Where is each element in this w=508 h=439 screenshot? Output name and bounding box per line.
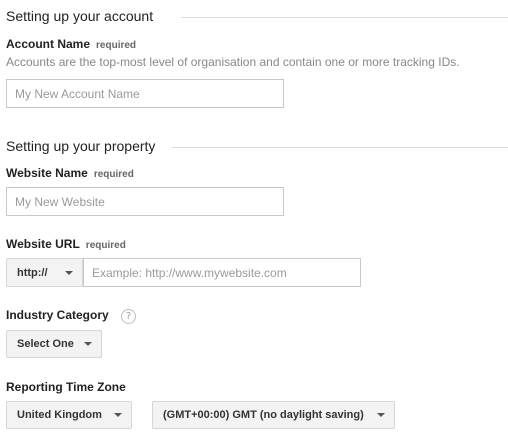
property-section-divider — [172, 147, 508, 148]
website-url-required-badge: required — [85, 240, 126, 251]
time-zone-value: (GMT+00:00) GMT (no daylight saving) — [163, 409, 364, 421]
website-url-label: Website URL required — [6, 237, 126, 251]
account-name-help-text: Accounts are the top-most level of organ… — [6, 55, 460, 69]
account-name-label-text: Account Name — [6, 37, 91, 51]
website-url-input[interactable] — [83, 258, 361, 287]
chevron-down-icon — [65, 270, 73, 275]
account-name-required-badge: required — [96, 40, 137, 51]
account-section-divider — [181, 17, 508, 18]
account-name-input[interactable] — [6, 79, 284, 108]
website-name-label-text: Website Name — [6, 166, 88, 180]
chevron-down-icon — [377, 413, 385, 417]
protocol-dropdown[interactable]: http:// — [6, 258, 83, 287]
website-name-label: Website Name required — [6, 166, 134, 180]
chevron-down-icon — [84, 342, 92, 346]
protocol-dropdown-value: http:// — [17, 266, 48, 279]
chevron-down-icon — [114, 413, 122, 417]
industry-category-label: Industry Category — [6, 308, 109, 322]
website-name-required-badge: required — [93, 169, 134, 180]
account-name-label: Account Name required — [6, 37, 136, 51]
time-zone-dropdown[interactable]: (GMT+00:00) GMT (no daylight saving) — [152, 401, 395, 429]
website-name-input[interactable] — [6, 187, 284, 216]
industry-category-dropdown[interactable]: Select One — [6, 330, 102, 358]
website-url-label-text: Website URL — [6, 237, 80, 251]
reporting-time-zone-label: Reporting Time Zone — [6, 380, 126, 394]
property-section-title: Setting up your property — [6, 138, 156, 154]
account-section-title: Setting up your account — [6, 8, 154, 24]
industry-category-dropdown-value: Select One — [17, 338, 74, 350]
help-icon[interactable]: ? — [121, 309, 136, 324]
time-zone-country-dropdown[interactable]: United Kingdom — [6, 401, 132, 429]
time-zone-country-value: United Kingdom — [17, 409, 102, 421]
